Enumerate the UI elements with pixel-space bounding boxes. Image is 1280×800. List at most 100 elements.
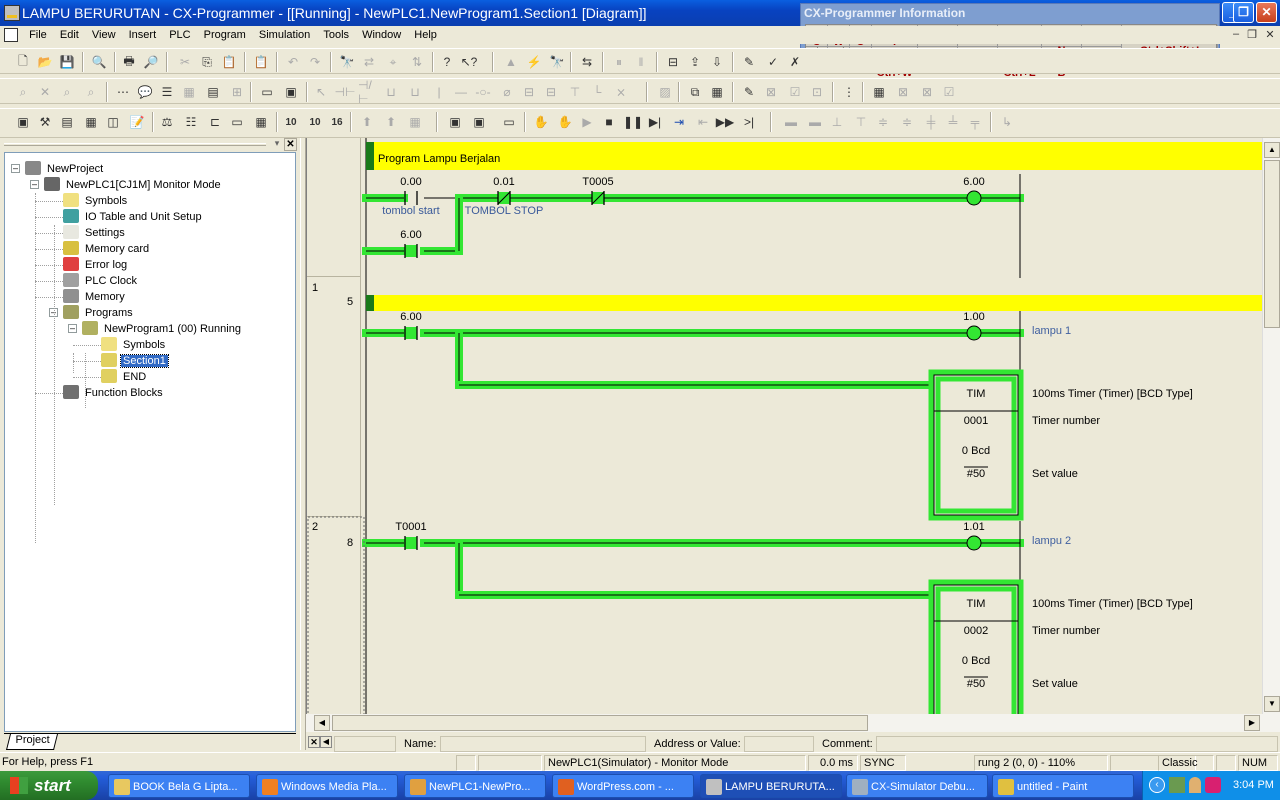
tray-app-icon[interactable] bbox=[1205, 777, 1221, 793]
pause-monitor-icon[interactable]: ⏸ bbox=[610, 53, 628, 71]
start-button[interactable]: start bbox=[0, 771, 98, 800]
menu-file[interactable]: File bbox=[24, 26, 52, 44]
open-icon[interactable]: 📂 bbox=[36, 53, 54, 71]
io-table-view-icon[interactable]: ▦ bbox=[252, 113, 270, 131]
sma-icon[interactable]: ▭ bbox=[258, 83, 276, 101]
print-icon[interactable]: 🖶 bbox=[120, 53, 138, 71]
address-reference-tool-icon[interactable]: ▦ bbox=[82, 113, 100, 131]
watch-window-icon[interactable]: ▤ bbox=[204, 83, 222, 101]
online-edit-send-icon[interactable]: ☑ bbox=[940, 83, 958, 101]
pause-icon[interactable]: ❚❚ bbox=[623, 113, 643, 131]
task-break-icon[interactable]: ╧ bbox=[944, 113, 962, 131]
run-icon[interactable]: ▶ bbox=[578, 113, 596, 131]
rung-annotation-icon[interactable]: ☰ bbox=[158, 83, 176, 101]
delete-connect-icon[interactable]: ⨯ bbox=[612, 83, 630, 101]
tree-item[interactable]: PLC Clock bbox=[63, 273, 139, 289]
force-cancel-icon[interactable]: ⊡ bbox=[808, 83, 826, 101]
continuous-step-icon[interactable]: ▶▶ bbox=[716, 113, 734, 131]
data-trace-icon[interactable]: ▦ bbox=[708, 83, 726, 101]
instruction-icon[interactable]: ⊟ bbox=[520, 83, 538, 101]
mdi-restore-button[interactable]: ❐ bbox=[1244, 28, 1260, 42]
scroll-up-icon[interactable]: ▲ bbox=[1264, 142, 1280, 158]
tree-item[interactable]: Settings bbox=[63, 225, 127, 241]
transfer-from-plc-icon[interactable]: ⇩ bbox=[708, 53, 726, 71]
signed-decimal-icon[interactable]: 10 bbox=[306, 113, 324, 131]
rung-break-icon[interactable]: ╪ bbox=[922, 113, 940, 131]
find-icon[interactable]: 🔭 bbox=[338, 53, 356, 71]
vertical-scrollbar[interactable]: ▲ ▼ bbox=[1262, 138, 1280, 714]
zoom-fit-icon[interactable]: ✕ bbox=[36, 83, 54, 101]
tab-project[interactable]: Project bbox=[6, 734, 59, 750]
tree-item[interactable]: Memory card bbox=[63, 241, 151, 257]
vertical-connect-icon[interactable]: └ bbox=[588, 83, 606, 101]
mnemonic-view-icon[interactable]: ▭ bbox=[228, 113, 246, 131]
step-over-icon[interactable]: ▦ bbox=[406, 113, 424, 131]
tray-user-icon[interactable] bbox=[1189, 777, 1201, 793]
taskbar-button[interactable]: untitled - Paint bbox=[992, 774, 1134, 798]
infobar-left-icon[interactable]: ◀ bbox=[320, 736, 332, 748]
zoom-icon[interactable]: ⌕ bbox=[14, 83, 32, 101]
rung-comment-bar[interactable] bbox=[366, 295, 1262, 311]
find-online-icon[interactable]: 🔭 bbox=[548, 53, 566, 71]
task-list-icon[interactable]: ⋮ bbox=[840, 83, 858, 101]
mdi-minimize-button[interactable]: – bbox=[1228, 28, 1244, 42]
memory-view-icon[interactable]: ⧉ bbox=[686, 83, 704, 101]
cross-reference-icon[interactable]: ⇅ bbox=[408, 53, 426, 71]
name-field[interactable] bbox=[440, 736, 646, 752]
ladder-diagram[interactable]: Program Lampu Berjalan 0.00 tombol start 0.… bbox=[306, 138, 1262, 714]
tree-item[interactable]: Memory bbox=[63, 289, 127, 305]
breakpoint-clear-icon[interactable]: ▬ bbox=[806, 113, 824, 131]
cancel-edit-icon[interactable]: ✗ bbox=[786, 53, 804, 71]
context-help-icon[interactable]: ↖? bbox=[460, 53, 478, 71]
scan-break-icon[interactable]: ≑ bbox=[898, 113, 916, 131]
redo-icon[interactable]: ↷ bbox=[306, 53, 324, 71]
contact-icon[interactable]: ⊣⊢ bbox=[335, 83, 356, 101]
infobar-close-icon[interactable]: ✕ bbox=[308, 736, 320, 748]
closed-contact-or-icon[interactable]: ⊔ bbox=[406, 83, 424, 101]
return-icon[interactable]: ↳ bbox=[998, 113, 1016, 131]
condition-break-icon[interactable]: ⊤ bbox=[852, 113, 870, 131]
properties-icon[interactable]: 🔍 bbox=[90, 53, 108, 71]
set-value-icon[interactable]: ✎ bbox=[740, 83, 758, 101]
scan-replay-icon[interactable]: >| bbox=[740, 113, 758, 131]
online-edit-icon[interactable]: ✎ bbox=[740, 53, 758, 71]
new-icon[interactable]: 🗋 bbox=[14, 53, 32, 71]
tree-item[interactable]: Programs bbox=[63, 305, 135, 321]
taskbar-button[interactable]: BOOK Bela G Lipta... bbox=[108, 774, 250, 798]
tray-network-icon[interactable] bbox=[1169, 777, 1185, 793]
tree-item[interactable]: NewPLC1[CJ1M] Monitor Mode bbox=[44, 177, 223, 193]
ladder-view-icon[interactable]: ⊏ bbox=[206, 113, 224, 131]
local-symbols-icon[interactable]: ☷ bbox=[182, 113, 200, 131]
step-out-sim-icon[interactable]: ⇤ bbox=[694, 113, 712, 131]
scroll-down-icon[interactable]: ▼ bbox=[1264, 696, 1280, 712]
step-run-icon[interactable]: ▶| bbox=[646, 113, 664, 131]
monitor-icon[interactable]: ⚡ bbox=[525, 53, 543, 71]
closed-coil-icon[interactable]: ⌀ bbox=[498, 83, 516, 101]
pane-close-icon[interactable]: ✕ bbox=[284, 138, 297, 151]
address-field[interactable] bbox=[744, 736, 814, 752]
rung-comment-bar[interactable] bbox=[366, 142, 1262, 170]
output-window-icon[interactable]: ⚒ bbox=[36, 113, 54, 131]
compare-icon[interactable]: ⊟ bbox=[664, 53, 682, 71]
step-in-sim-icon[interactable]: ⇥ bbox=[670, 113, 688, 131]
cut-icon[interactable]: ✂ bbox=[176, 53, 194, 71]
paste-special-icon[interactable]: 📋 bbox=[252, 53, 270, 71]
hex-display-icon[interactable]: 16 bbox=[328, 113, 346, 131]
menu-program[interactable]: Program bbox=[199, 26, 251, 44]
closed-contact-icon[interactable]: ⊣/⊢ bbox=[358, 78, 376, 106]
decimal-display-icon[interactable]: 10 bbox=[282, 113, 300, 131]
properties-window-icon[interactable]: ◫ bbox=[104, 113, 122, 131]
online-icon[interactable]: ▲ bbox=[502, 53, 520, 71]
force-on-icon[interactable]: ⊠ bbox=[762, 83, 780, 101]
paste-icon[interactable]: 📋 bbox=[220, 53, 238, 71]
hand-step-icon[interactable]: ✋ bbox=[556, 113, 574, 131]
send-changes-icon[interactable]: ✓ bbox=[764, 53, 782, 71]
watch-icon[interactable]: ▤ bbox=[58, 113, 76, 131]
settings-window-icon[interactable]: 📝 bbox=[128, 113, 146, 131]
grid-icon[interactable]: ⋯ bbox=[114, 83, 132, 101]
select-icon[interactable]: ↖ bbox=[312, 83, 330, 101]
tree-item[interactable]: Symbols bbox=[101, 337, 167, 353]
tree-item[interactable]: Function Blocks bbox=[63, 385, 165, 401]
instruction-break-icon[interactable]: ≑ bbox=[874, 113, 892, 131]
undo-icon[interactable]: ↶ bbox=[284, 53, 302, 71]
